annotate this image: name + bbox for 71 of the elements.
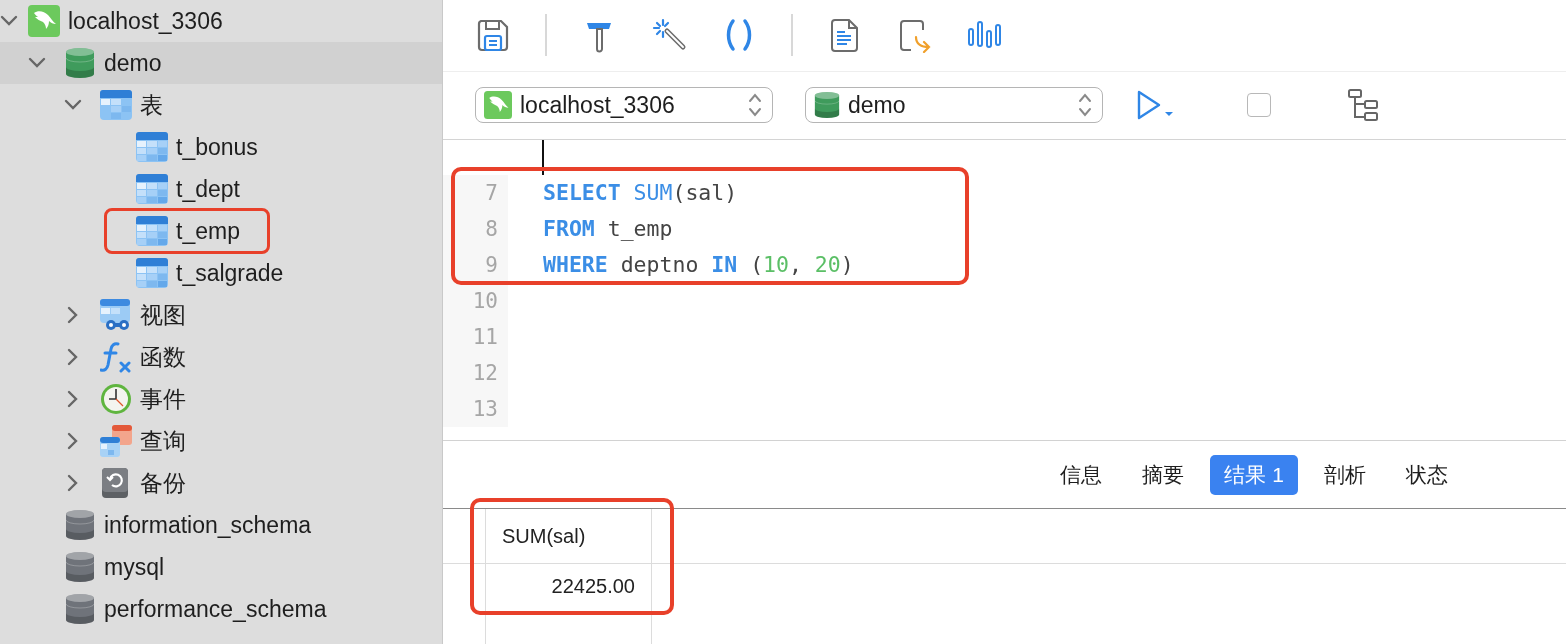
updown-chevron-icon (748, 92, 762, 119)
tree-row[interactable]: t_bonus (0, 126, 442, 168)
result-tab[interactable]: 状态 (1392, 454, 1462, 495)
export-icon[interactable] (897, 17, 933, 54)
tree-label: mysql (104, 553, 165, 581)
line-number: 10 (443, 282, 508, 319)
table-icon (136, 131, 168, 163)
tree-row[interactable]: information_schema (0, 504, 442, 546)
result-tab[interactable]: 剖析 (1310, 454, 1380, 495)
line-number: 13 (443, 390, 508, 427)
tree-label: 查询 (140, 426, 186, 456)
updown-chevron-icon (1078, 92, 1092, 119)
save-icon[interactable] (475, 17, 511, 54)
tree-row[interactable]: 事件 (0, 378, 442, 420)
tree-label: localhost_3306 (68, 7, 223, 35)
tree-row[interactable]: 查询 (0, 420, 442, 462)
tree-row[interactable]: t_dept (0, 168, 442, 210)
tree-label: 函数 (140, 342, 186, 372)
database-select[interactable]: demo (805, 87, 1103, 124)
tree-row[interactable]: t_emp (0, 210, 442, 252)
code-line: FROM t_emp (542, 214, 673, 243)
tree-label: 备份 (140, 468, 186, 498)
result-tab[interactable]: 信息 (1046, 454, 1117, 495)
line-number: 11 (443, 318, 508, 355)
tree-label: t_emp (176, 217, 240, 245)
table-icon (136, 173, 168, 205)
tree-label: t_bonus (176, 133, 258, 161)
tree-row[interactable]: mysql (0, 546, 442, 588)
line-number: 7 (443, 174, 508, 211)
tree-row[interactable]: 表 (0, 84, 442, 126)
connection-select[interactable]: localhost_3306 (475, 87, 773, 124)
connection-name: localhost_3306 (520, 91, 676, 119)
table-cell-text: 22425.00 (550, 574, 636, 599)
database-icon (814, 91, 840, 120)
tree-row[interactable]: performance_schema (0, 588, 442, 630)
text-cursor (542, 139, 544, 175)
table-icon (136, 257, 168, 289)
tree-label: 视图 (140, 300, 186, 330)
code-line: SELECT SUM(sal) (542, 178, 738, 207)
tree-label: t_salgrade (176, 259, 284, 287)
result-tab[interactable]: 摘要 (1128, 454, 1199, 495)
tree-row[interactable]: 函数 (0, 336, 442, 378)
tree-label: 表 (140, 90, 163, 120)
line-number: 12 (443, 354, 508, 391)
tree-row[interactable]: 备份 (0, 462, 442, 504)
clock-icon (100, 383, 132, 415)
table-icon (100, 89, 132, 121)
tree-row[interactable]: 视图 (0, 294, 442, 336)
chevron-icon[interactable] (0, 15, 18, 27)
tree-label: information_schema (104, 511, 312, 539)
view-icon (100, 299, 132, 331)
query-icon (100, 425, 132, 457)
tree-row[interactable]: demo (0, 42, 442, 84)
chevron-icon[interactable] (28, 57, 46, 69)
server-icon (484, 91, 512, 120)
tree-row[interactable]: localhost_3306 (0, 0, 442, 42)
tree-label: t_dept (176, 175, 240, 203)
server-icon (28, 5, 60, 37)
run-icon[interactable] (1135, 89, 1175, 122)
chevron-icon[interactable] (64, 99, 82, 111)
result-tab[interactable]: 结果 1 (1210, 454, 1298, 495)
column-header[interactable]: SUM(sal) (486, 509, 651, 564)
function-icon (100, 341, 132, 373)
tree-row[interactable]: t_salgrade (0, 252, 442, 294)
tree-diagram-icon[interactable] (1347, 88, 1379, 123)
database-name: demo (848, 91, 907, 119)
tree-label: demo (104, 49, 162, 77)
tree-label: 事件 (140, 384, 186, 414)
code-line: WHERE deptno IN (10, 20) (542, 250, 854, 279)
tree-label: performance_schema (104, 595, 327, 623)
table-icon (136, 215, 168, 247)
